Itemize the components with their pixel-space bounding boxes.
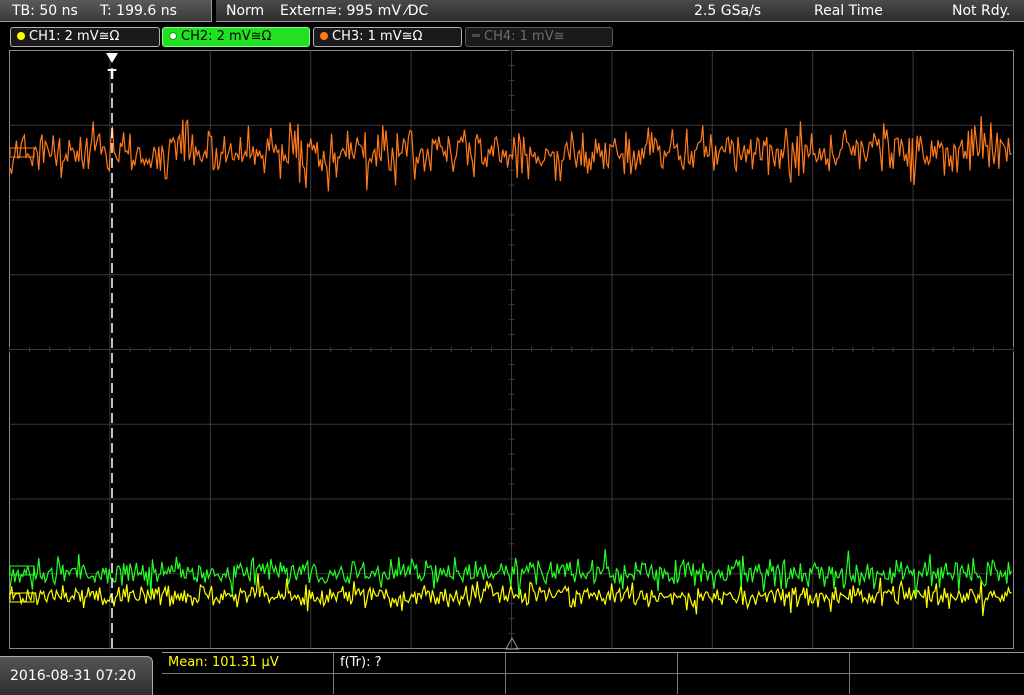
measurement-slot-8[interactable] — [506, 674, 678, 694]
tab-ch4[interactable]: CH4: 1 mV≅ — [465, 27, 613, 47]
tab-ch1[interactable]: CH1: 2 mV≅Ω — [10, 27, 160, 47]
measurement-panel[interactable]: Mean: 101.31 µV f(Tr): ? — [162, 652, 1024, 695]
acquisition-mode[interactable]: Real Time — [814, 0, 883, 22]
timebase-value: TB: 50 ns — [12, 3, 78, 19]
measurement-mean[interactable]: Mean: 101.31 µV — [162, 653, 334, 673]
tab-ch3[interactable]: CH3: 1 mV≅Ω — [313, 27, 462, 47]
trigger-time-value: T: 199.6 ns — [100, 3, 177, 19]
trigger-marker-label: T — [108, 68, 117, 83]
measurement-slot-9[interactable] — [678, 674, 850, 694]
ch2-dot-icon — [169, 32, 177, 40]
measurement-slot-7[interactable] — [334, 674, 506, 694]
timebase-box[interactable]: TB: 50 ns T: 199.6 ns — [0, 0, 212, 22]
ch3-label: CH3: 1 mV≅Ω — [332, 29, 423, 44]
datetime: 2016-08-31 07:20 — [10, 668, 137, 684]
ch1-label: CH1: 2 mV≅Ω — [29, 29, 120, 44]
measurement-slot-10[interactable] — [850, 674, 1024, 694]
trigger-source[interactable]: Extern≅: 995 mV ⁄DC — [280, 0, 428, 22]
measurement-slot-4[interactable] — [678, 653, 850, 673]
measurement-slot-3[interactable] — [506, 653, 678, 673]
measurement-ftr[interactable]: f(Tr): ? — [334, 653, 506, 673]
measurement-slot-6[interactable] — [162, 674, 334, 694]
datetime-box: 2016-08-31 07:20 — [0, 656, 153, 695]
sample-rate: 2.5 GSa/s — [694, 3, 762, 19]
trigger-info-bar[interactable]: Norm Extern≅: 995 mV ⁄DC 2.5 GSa/s Real … — [216, 0, 1024, 22]
ch1-dot-icon — [17, 32, 25, 40]
ch2-label: CH2: 2 mV≅Ω — [181, 29, 272, 44]
ch3-dot-icon — [320, 32, 328, 40]
tab-ch2[interactable]: CH2: 2 mV≅Ω — [162, 27, 310, 47]
ch4-dash-icon — [472, 34, 480, 37]
trigger-mode[interactable]: Norm — [226, 0, 264, 22]
bottom-bar: 2016-08-31 07:20 Mean: 101.31 µV f(Tr): … — [0, 650, 1024, 695]
ch4-label: CH4: 1 mV≅ — [484, 29, 565, 44]
acquisition-status: Not Rdy. — [952, 3, 1011, 19]
waveform-display[interactable]: T — [9, 50, 1015, 650]
measurement-slot-5[interactable] — [850, 653, 1024, 673]
top-status-bar: TB: 50 ns T: 199.6 ns Norm Extern≅: 995 … — [0, 0, 1024, 24]
